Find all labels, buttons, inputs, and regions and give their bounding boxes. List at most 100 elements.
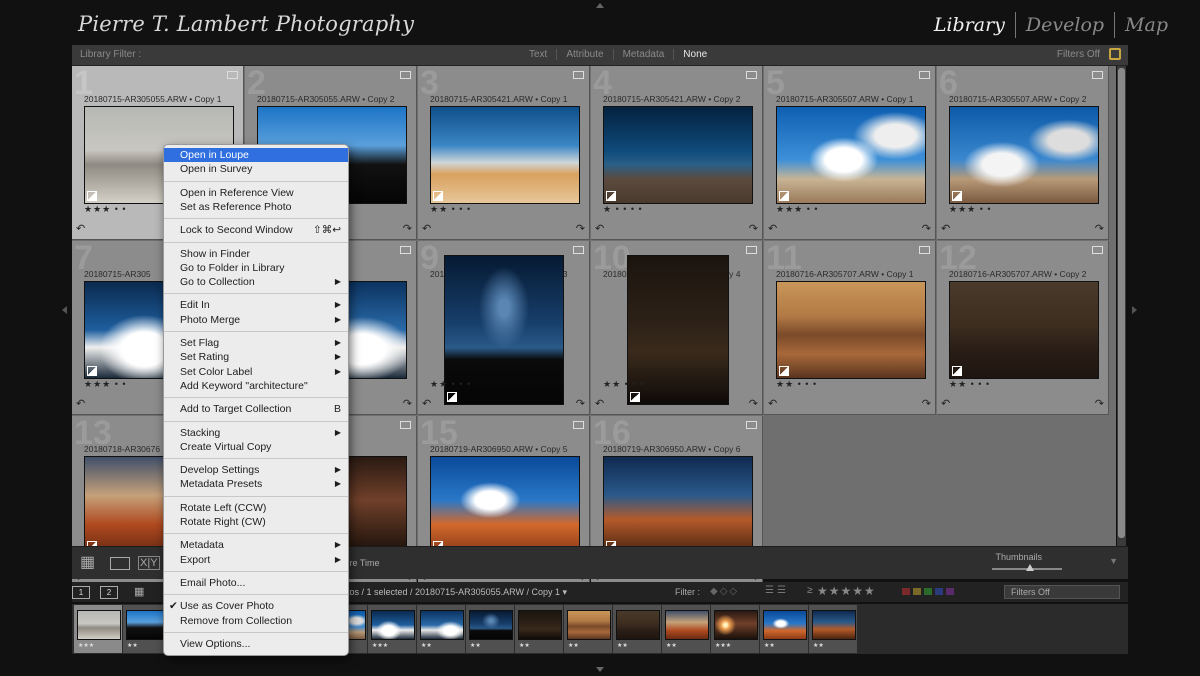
color-green-icon[interactable] <box>924 588 932 595</box>
filmstrip-cell[interactable]: ★★ <box>466 605 514 653</box>
filmstrip-cell[interactable]: ★★ <box>564 605 612 653</box>
filmstrip-thumbnail[interactable] <box>420 610 464 640</box>
menu-item-metadata[interactable]: Metadata ▶ <box>164 538 348 552</box>
color-blue-icon[interactable] <box>935 588 943 595</box>
star-rating[interactable]: ★★★ • • <box>776 204 819 215</box>
quick-collection-icon[interactable] <box>746 246 757 254</box>
rotate-left-icon[interactable]: ↶ <box>595 222 604 235</box>
menu-item-set-color-label[interactable]: Set Color Label ▶ <box>164 365 348 379</box>
quick-collection-icon[interactable] <box>400 71 411 79</box>
menu-item-create-virtual-copy[interactable]: Create Virtual Copy <box>164 440 348 454</box>
menu-item-view-options[interactable]: View Options... <box>164 637 348 651</box>
lock-icon[interactable] <box>1109 48 1121 60</box>
star-rating[interactable]: ★★★ • • <box>84 204 127 215</box>
rotate-left-icon[interactable]: ↶ <box>595 397 604 410</box>
quick-collection-icon[interactable] <box>400 246 411 254</box>
quick-collection-icon[interactable] <box>400 421 411 429</box>
toolbar-menu-chevron-icon[interactable]: ▼ <box>1109 556 1118 566</box>
photo-thumbnail[interactable] <box>949 281 1099 379</box>
filmstrip-cell[interactable]: ★★ <box>417 605 465 653</box>
menu-item-lock-to-second-window[interactable]: Lock to Second Window ⇧⌘↩ <box>164 223 348 237</box>
color-purple-icon[interactable] <box>946 588 954 595</box>
star-rating[interactable]: ★★ • • • <box>603 379 644 390</box>
filmstrip-toggle-icon[interactable] <box>596 667 604 672</box>
filmstrip-thumbnail[interactable] <box>371 610 415 640</box>
menu-item-rotate-left-ccw[interactable]: Rotate Left (CCW) <box>164 501 348 515</box>
menu-item-add-keyword-architecture[interactable]: Add Keyword "architecture" <box>164 379 348 393</box>
filmstrip-thumbnail[interactable] <box>469 610 513 640</box>
menu-item-photo-merge[interactable]: Photo Merge ▶ <box>164 313 348 327</box>
photo-thumbnail[interactable] <box>430 106 580 204</box>
menu-item-add-to-target-collection[interactable]: Add to Target Collection B <box>164 402 348 416</box>
filmstrip-cell[interactable]: ★★ <box>809 605 857 653</box>
star-rating[interactable]: ★★ • • • <box>776 379 817 390</box>
filmstrip-thumbnail[interactable] <box>665 610 709 640</box>
photo-thumbnail[interactable] <box>776 106 926 204</box>
color-red-icon[interactable] <box>902 588 910 595</box>
grid-scrollbar-thumb[interactable] <box>1118 68 1125 538</box>
menu-item-stacking[interactable]: Stacking ▶ <box>164 426 348 440</box>
filmstrip-thumbnail[interactable] <box>616 610 660 640</box>
photo-thumbnail[interactable] <box>949 106 1099 204</box>
menu-item-remove-from-collection[interactable]: Remove from Collection <box>164 614 348 628</box>
page-1-button[interactable]: 1 <box>72 586 90 599</box>
color-label-filter[interactable] <box>902 588 954 595</box>
filmstrip-source-path[interactable]: otos / 1 selected / 20180715-AR305055.AR… <box>342 587 567 598</box>
color-yellow-icon[interactable] <box>913 588 921 595</box>
filmstrip-thumbnail[interactable] <box>518 610 562 640</box>
page-2-button[interactable]: 2 <box>100 586 118 599</box>
rotate-right-icon[interactable]: ↷ <box>1095 222 1104 235</box>
filmstrip-cell[interactable]: ★★ <box>613 605 661 653</box>
grid-cell[interactable]: 4 20180715-AR305421.ARW • Copy 2 ★ • • • •… <box>591 64 763 240</box>
module-develop[interactable]: Develop <box>1016 14 1114 36</box>
grid-cell[interactable]: 5 20180715-AR305507.ARW • Copy 1 ★★★ • • ↶ ↷ <box>764 64 936 240</box>
grid-scrollbar[interactable] <box>1117 66 1126 546</box>
star-rating[interactable]: ★★ • • • <box>949 379 990 390</box>
rotate-right-icon[interactable]: ↷ <box>749 397 758 410</box>
menu-item-go-to-collection[interactable]: Go to Collection ▶ <box>164 275 348 289</box>
rotate-right-icon[interactable]: ↷ <box>1095 397 1104 410</box>
menu-item-edit-in[interactable]: Edit In ▶ <box>164 298 348 312</box>
filmstrip-thumbnail[interactable] <box>714 610 758 640</box>
top-panel-toggle-icon[interactable] <box>596 3 604 8</box>
menu-item-open-in-reference-view[interactable]: Open in Reference View <box>164 186 348 200</box>
filter-tab-metadata[interactable]: Metadata <box>614 49 675 60</box>
star-rating[interactable]: ★★ • • • <box>430 204 471 215</box>
filmstrip-filter-select[interactable]: Filters Off <box>1004 585 1120 599</box>
quick-collection-icon[interactable] <box>746 71 757 79</box>
menu-item-metadata-presets[interactable]: Metadata Presets ▶ <box>164 477 348 491</box>
rating-filter-stars[interactable]: ★★★★★ <box>817 584 876 598</box>
menu-item-rotate-right-cw[interactable]: Rotate Right (CW) <box>164 515 348 529</box>
menu-item-show-in-finder[interactable]: Show in Finder <box>164 247 348 261</box>
filmstrip-cell[interactable]: ★★ <box>662 605 710 653</box>
grid-cell[interactable]: 11 20180716-AR305707.ARW • Copy 1 ★★ • • •… <box>764 239 936 415</box>
menu-item-export[interactable]: Export ▶ <box>164 553 348 567</box>
quick-collection-icon[interactable] <box>1092 71 1103 79</box>
quick-collection-icon[interactable] <box>1092 246 1103 254</box>
filter-presets-dropdown[interactable]: Filters Off <box>1057 49 1100 60</box>
rotate-left-icon[interactable]: ↶ <box>422 397 431 410</box>
filmstrip-cell[interactable]: ★★★ <box>74 605 122 653</box>
star-rating[interactable]: ★ • • • • <box>603 204 643 215</box>
star-rating[interactable]: ★★★ • • <box>949 204 992 215</box>
grid-cell[interactable]: 920180716-AR305558.ARW • Copy 3★★ • • •↶… <box>418 239 590 415</box>
grid-view-icon[interactable]: ▦ <box>80 552 95 572</box>
quick-collection-icon[interactable] <box>573 246 584 254</box>
quick-collection-icon[interactable] <box>919 71 930 79</box>
rotate-left-icon[interactable]: ↶ <box>941 222 950 235</box>
grid-cell[interactable]: 3 20180715-AR305421.ARW • Copy 1 ★★ • • • ↶… <box>418 64 590 240</box>
rotate-right-icon[interactable]: ↷ <box>403 397 412 410</box>
rotate-right-icon[interactable]: ↷ <box>403 222 412 235</box>
menu-item-email-photo[interactable]: Email Photo... <box>164 576 348 590</box>
filmstrip-thumbnail[interactable] <box>567 610 611 640</box>
rotate-left-icon[interactable]: ↶ <box>76 397 85 410</box>
rotate-left-icon[interactable]: ↶ <box>76 222 85 235</box>
photo-thumbnail[interactable] <box>603 106 753 204</box>
grid-cell[interactable]: 6 20180715-AR305507.ARW • Copy 2 ★★★ • • ↶ ↷ <box>937 64 1109 240</box>
quick-collection-icon[interactable] <box>573 71 584 79</box>
star-rating[interactable]: ★★ • • • <box>430 379 471 390</box>
quick-collection-icon[interactable] <box>573 421 584 429</box>
filmstrip-thumbnail[interactable] <box>763 610 807 640</box>
menu-item-set-as-reference-photo[interactable]: Set as Reference Photo <box>164 200 348 214</box>
menu-item-develop-settings[interactable]: Develop Settings ▶ <box>164 463 348 477</box>
